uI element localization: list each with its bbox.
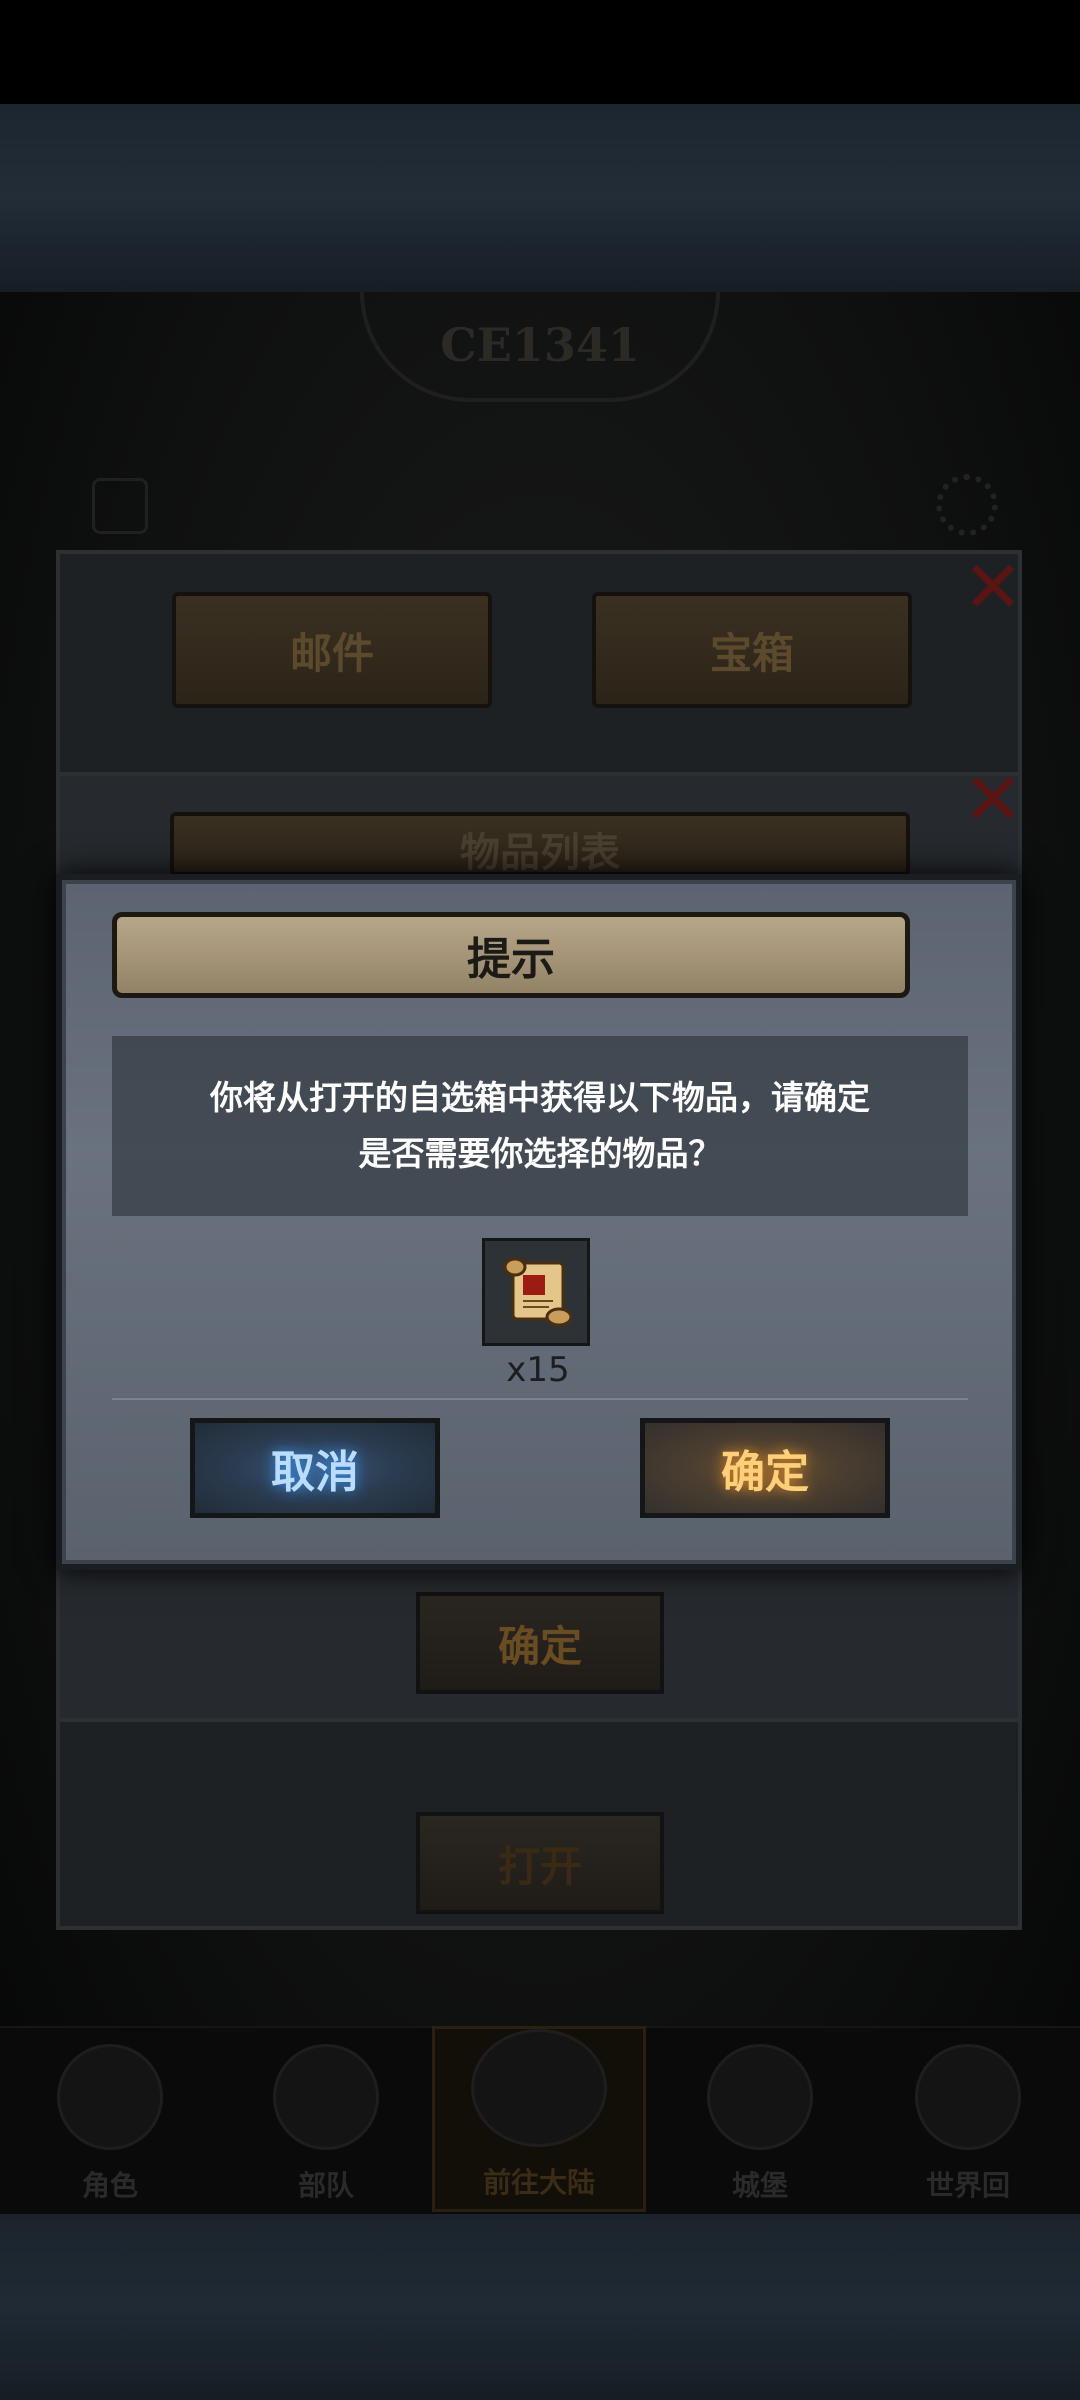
tab-chest-label: 宝箱 xyxy=(709,628,794,678)
dialog-message: 你将从打开的自选箱中获得以下物品，请确定 是否需要你选择的物品？ xyxy=(210,1078,870,1173)
open-label: 打开 xyxy=(497,1841,582,1891)
item-list-title: 物品列表 xyxy=(460,830,620,876)
dialog-title: 提示 xyxy=(467,934,555,985)
nav-item-character[interactable]: 角色 xyxy=(10,2026,210,2212)
item-slot[interactable] xyxy=(482,1238,590,1346)
nav-item-troops[interactable]: 部队 xyxy=(226,2026,426,2212)
bottom-letterbox xyxy=(0,2212,1080,2400)
nav-label-castle: 城堡 xyxy=(731,2169,788,2202)
mail-close-icon[interactable]: ✕ xyxy=(958,551,1028,623)
nav-label-world: 世界回 xyxy=(925,2169,1010,2202)
castle-icon xyxy=(707,2044,813,2150)
item-list-close-icon[interactable]: ✕ xyxy=(958,763,1028,835)
dialog-title-plate: 提示 xyxy=(112,912,910,998)
scroll-icon xyxy=(503,1257,573,1327)
top-black-bar xyxy=(0,0,1080,104)
nav-label-continent: 前往大陆 xyxy=(482,2166,595,2199)
tab-mail[interactable]: 邮件 xyxy=(172,592,492,708)
cancel-button[interactable]: 取消 xyxy=(190,1418,440,1518)
nav-item-continent[interactable]: 前往大陆 xyxy=(432,2026,646,2212)
item-quantity: x15 xyxy=(506,1350,570,1390)
confirm-label: 确定 xyxy=(721,1447,809,1498)
nav-label-character: 角色 xyxy=(81,2169,138,2202)
world-icon xyxy=(915,2044,1021,2150)
nav-item-castle[interactable]: 城堡 xyxy=(660,2026,860,2212)
list-confirm-label: 确定 xyxy=(497,1621,582,1671)
top-letterbox xyxy=(0,104,1080,292)
tab-mail-label: 邮件 xyxy=(289,628,374,678)
nav-label-troops: 部队 xyxy=(297,2169,354,2202)
list-confirm-button[interactable]: 确定 xyxy=(416,1592,664,1694)
compass-icon xyxy=(471,2029,607,2147)
gear-icon xyxy=(936,474,998,536)
tab-chest[interactable]: 宝箱 xyxy=(592,592,912,708)
troops-icon xyxy=(273,2044,379,2150)
cancel-label: 取消 xyxy=(271,1447,359,1498)
helmet-icon xyxy=(92,478,148,534)
server-label: CE1341 xyxy=(440,318,640,372)
nav-item-world[interactable]: 世界回 xyxy=(868,2026,1068,2212)
server-emblem: CE1341 xyxy=(360,292,720,402)
item-list-title-plate: 物品列表 xyxy=(170,812,910,876)
dialog-divider xyxy=(112,1398,968,1400)
confirm-button[interactable]: 确定 xyxy=(640,1418,890,1518)
open-button[interactable]: 打开 xyxy=(416,1812,664,1914)
character-icon xyxy=(57,2044,163,2150)
message-box: 你将从打开的自选箱中获得以下物品，请确定 是否需要你选择的物品？ xyxy=(112,1036,968,1216)
